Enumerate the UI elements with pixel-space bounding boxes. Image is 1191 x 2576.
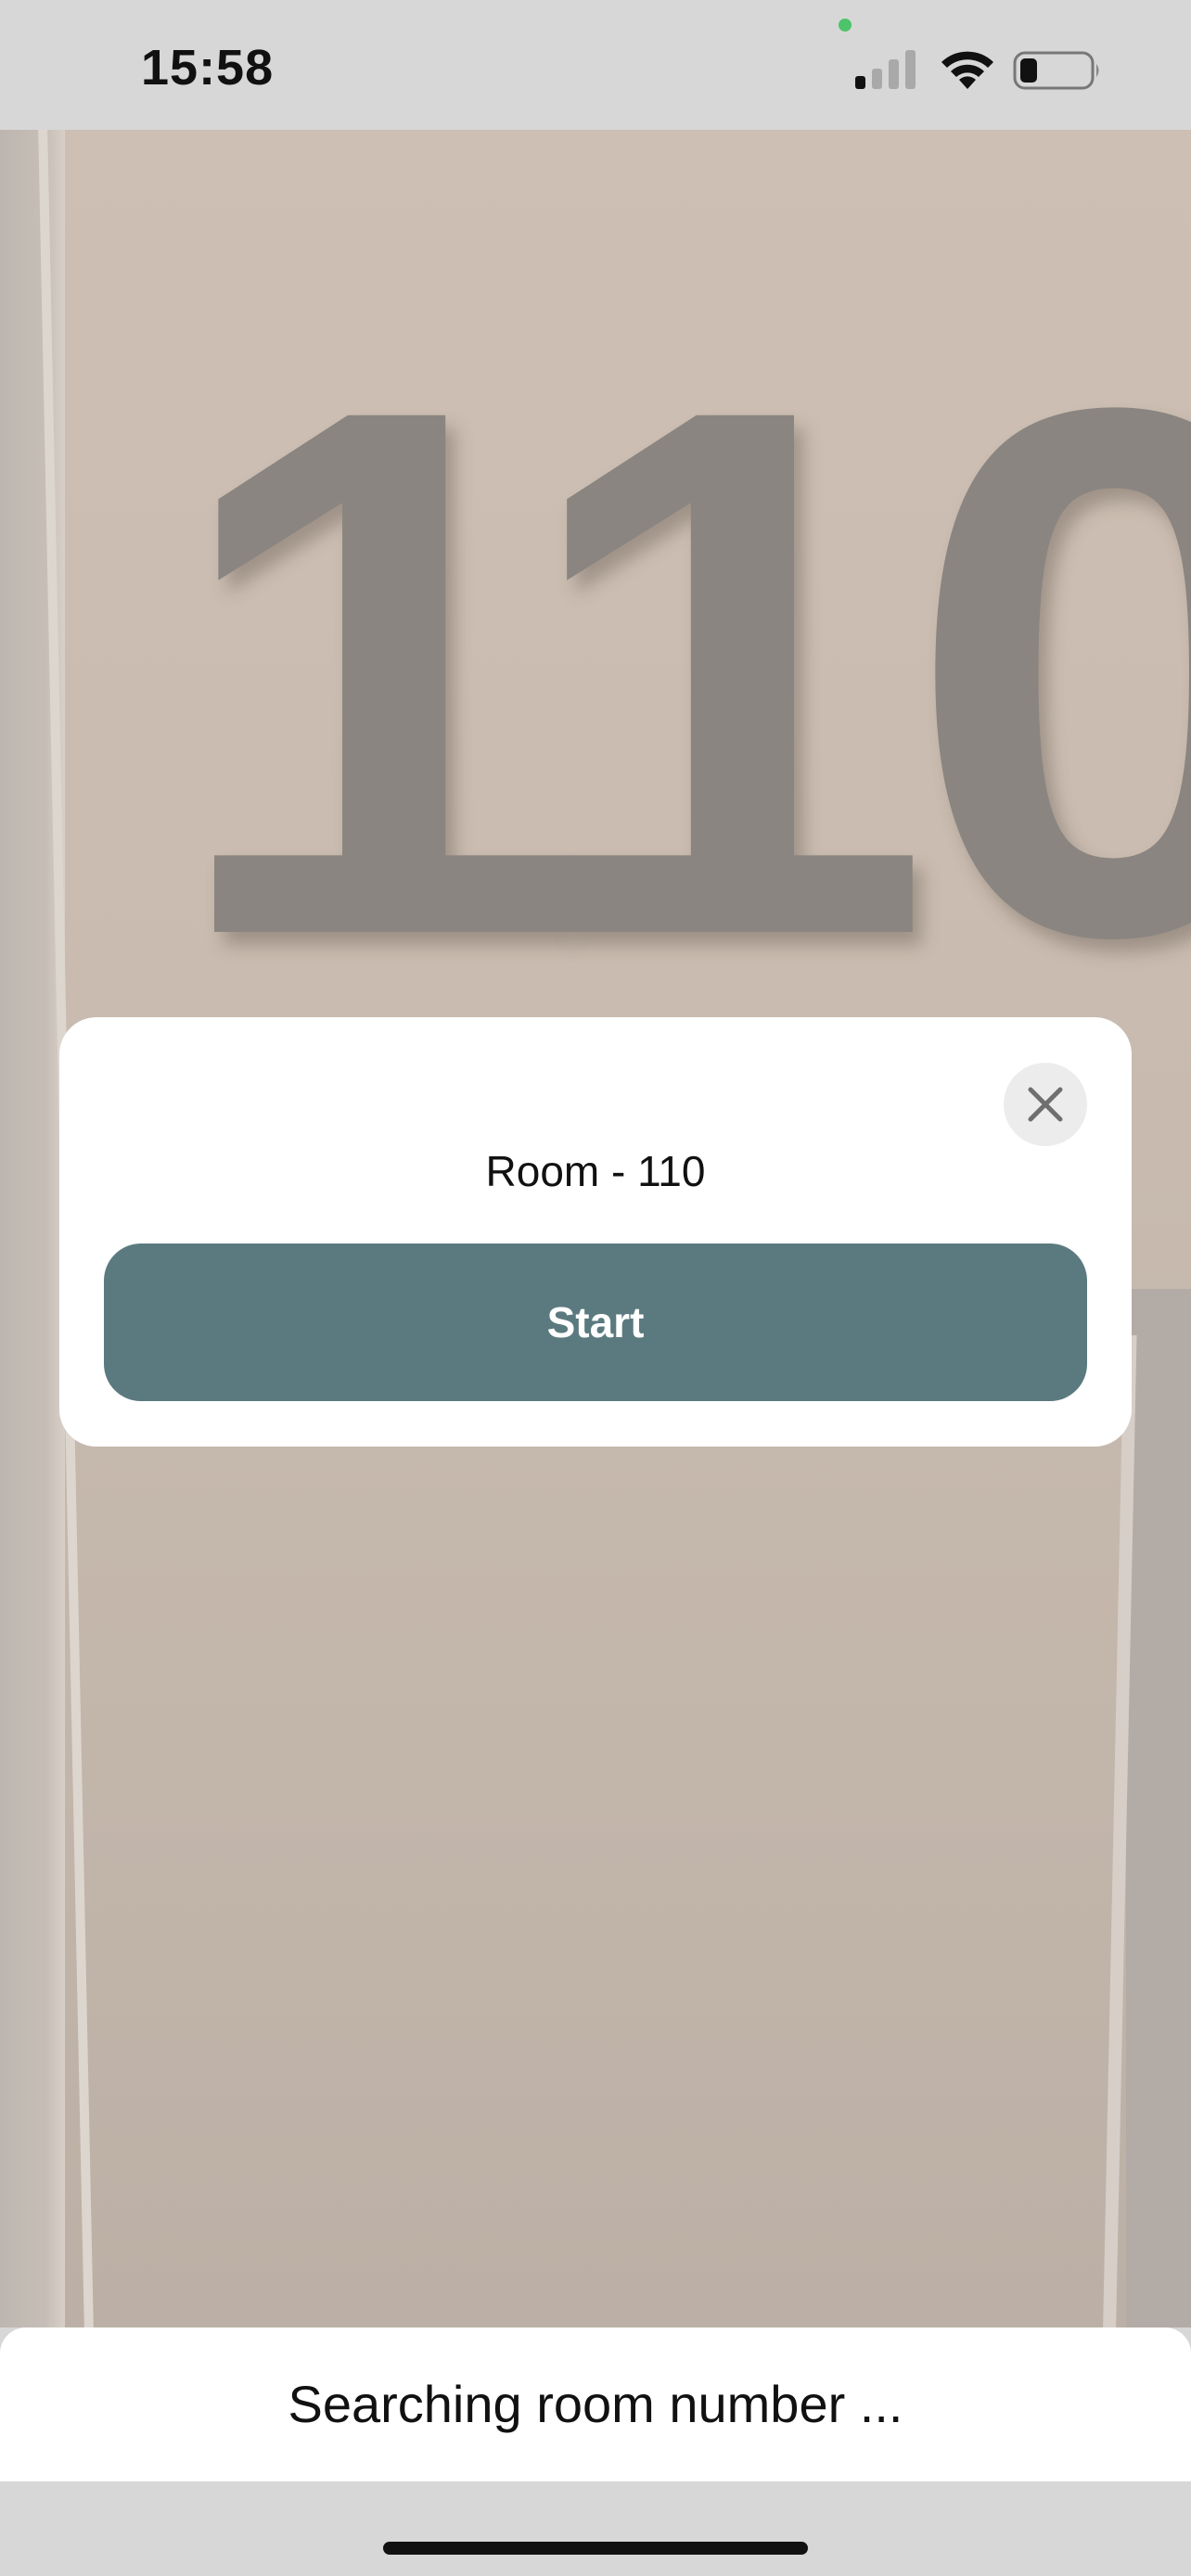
home-indicator[interactable] — [383, 2542, 808, 2555]
room-number-sign: 110 — [167, 252, 1191, 1091]
search-status-text: Searching room number ... — [288, 2375, 903, 2433]
home-indicator-area — [0, 2481, 1191, 2576]
camera-wall-left — [0, 130, 65, 2327]
status-bar: 15:58 — [0, 0, 1191, 130]
cellular-signal-icon — [855, 50, 916, 89]
close-icon — [1028, 1087, 1063, 1122]
privacy-indicator-dot — [839, 19, 852, 32]
wifi-icon — [941, 51, 993, 89]
start-button[interactable]: Start — [104, 1243, 1087, 1401]
camera-right-shade — [1126, 1289, 1191, 2327]
status-time: 15:58 — [141, 40, 275, 96]
dialog-title: Room - 110 — [485, 1147, 706, 1195]
battery-icon — [1013, 51, 1099, 90]
close-button[interactable] — [1004, 1063, 1087, 1146]
